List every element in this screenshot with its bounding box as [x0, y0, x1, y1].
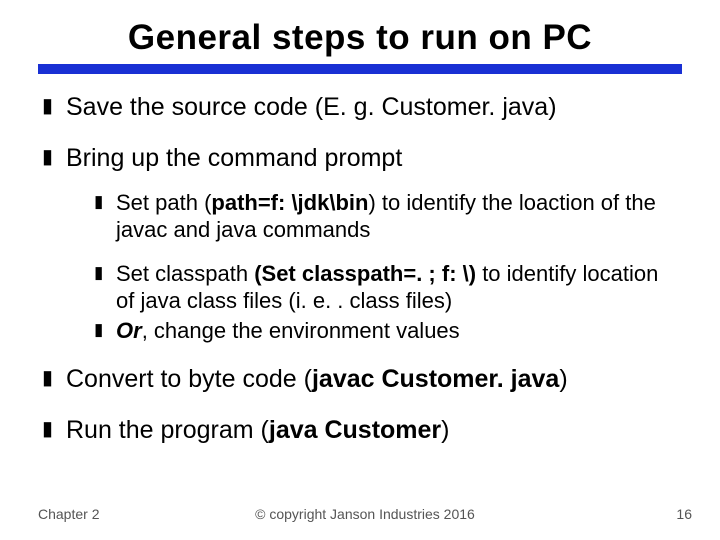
bullet-1-text: Save the source code (E. g. Customer. ja…	[66, 93, 557, 121]
bullet-2-text: Bring up the command prompt	[66, 144, 402, 172]
bullet-list: Save the source code (E. g. Customer. ja…	[42, 92, 682, 447]
bullet-1: Save the source code (E. g. Customer. ja…	[42, 92, 682, 123]
b3-pre: Convert to byte code (	[66, 365, 312, 393]
b2s1-bold: path=f: \jdk\bin	[211, 190, 368, 215]
b4-bold: java Customer	[269, 416, 441, 444]
slide-title: General steps to run on PC	[38, 18, 682, 58]
bullet-2: Bring up the command prompt Set path (pa…	[42, 143, 682, 344]
b4-post: )	[441, 416, 449, 444]
bullet-2-sub-3: Or, change the environment values	[94, 317, 682, 345]
bullet-4: Run the program (java Customer)	[42, 415, 682, 446]
title-underline	[38, 64, 682, 74]
footer-copyright: © copyright Janson Industries 2016	[38, 506, 692, 522]
bullet-2-sub-1: Set path (path=f: \jdk\bin) to identify …	[94, 189, 682, 244]
b4-pre: Run the program (	[66, 416, 269, 444]
bullet-2-sublist: Set path (path=f: \jdk\bin) to identify …	[94, 189, 682, 345]
footer: Chapter 2 © copyright Janson Industries …	[38, 506, 692, 522]
b2s3-post: , change the environment values	[142, 318, 460, 343]
b3-post: )	[559, 365, 567, 393]
b2s2-pre: Set classpath	[116, 261, 254, 286]
b2s2-bold: (Set classpath=. ; f: \)	[254, 261, 476, 286]
b2s1-pre: Set path (	[116, 190, 211, 215]
bullet-3: Convert to byte code (javac Customer. ja…	[42, 364, 682, 395]
slide: General steps to run on PC Save the sour…	[0, 0, 720, 540]
b2s3-pre: Or	[116, 318, 142, 343]
bullet-2-sub-2: Set classpath (Set classpath=. ; f: \) t…	[94, 260, 682, 315]
b3-bold: javac Customer. java	[312, 365, 559, 393]
